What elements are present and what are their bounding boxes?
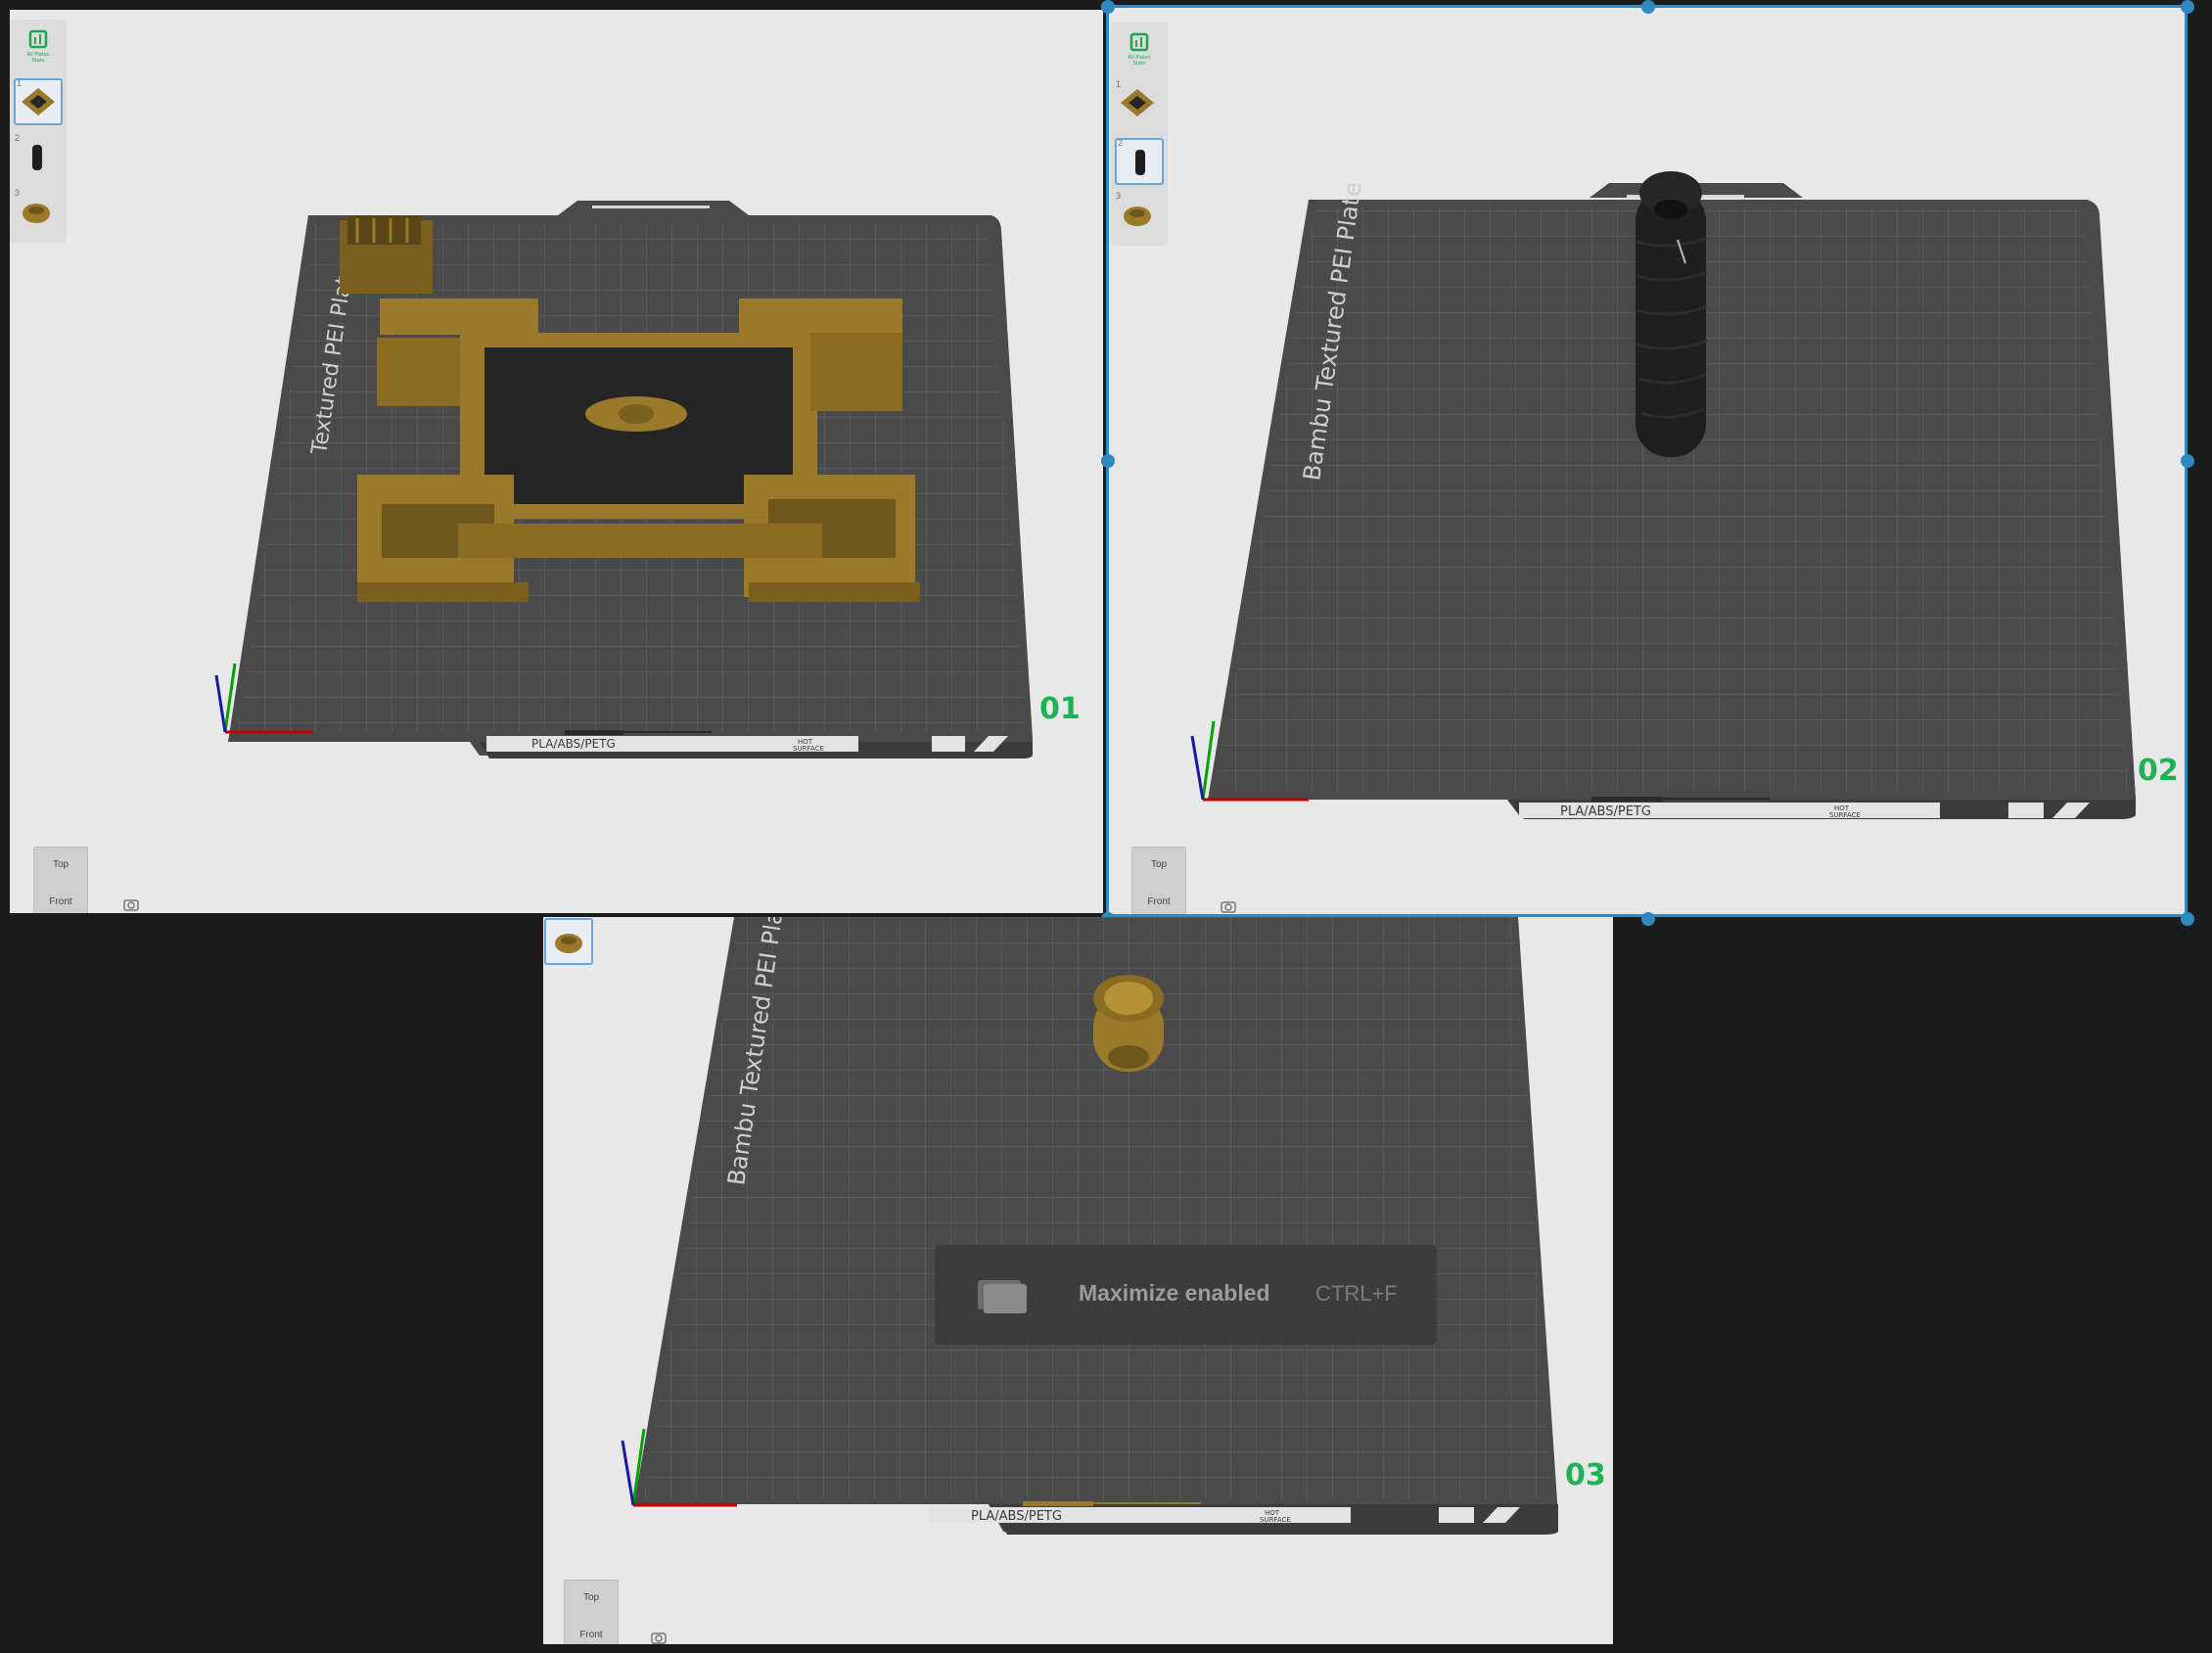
resize-handle[interactable]: [1641, 0, 1655, 14]
plate-thumbnail-3[interactable]: 3: [14, 188, 63, 237]
svg-text:Stats: Stats: [1133, 61, 1146, 67]
resize-handle[interactable]: [2181, 0, 2194, 14]
resize-handle[interactable]: [1101, 0, 1115, 14]
view-navigation-cube[interactable]: Top Front: [564, 1580, 619, 1644]
camera-icon[interactable]: [122, 897, 140, 911]
plate-thumbnail-2[interactable]: 2: [14, 133, 63, 182]
view-navigation-cube[interactable]: Top Front: [33, 847, 88, 913]
view-navigation-cube[interactable]: Top Front: [1131, 847, 1186, 917]
material-label: PLA/ABS/PETG: [531, 737, 616, 751]
plate-thumbnail-3[interactable]: [544, 918, 593, 965]
plate-thumbnail-sidebar: All Plates Stats 1 2 3: [1111, 23, 1168, 246]
plate-viewport-02[interactable]: Bambu Textured PEI Plate PLA/ABS/PETG HO…: [1108, 7, 2187, 917]
svg-text:SURFACE: SURFACE: [793, 745, 824, 753]
plate-number: 02: [2138, 754, 2179, 788]
svg-text:SURFACE: SURFACE: [1260, 1516, 1291, 1524]
toast-shortcut: CTRL+F: [1315, 1281, 1398, 1306]
model-gold-ring[interactable]: [1093, 975, 1164, 1072]
resize-handle[interactable]: [1641, 912, 1655, 926]
material-label: PLA/ABS/PETG: [1560, 804, 1651, 819]
stats-icon: All Plates Stats: [27, 29, 50, 64]
material-label: PLA/ABS/PETG: [971, 1509, 1062, 1524]
maximize-toast: Maximize enabled CTRL+F: [935, 1245, 1437, 1345]
plate-number: 01: [1039, 692, 1081, 726]
maximize-icon: [978, 1280, 1027, 1313]
all-plates-stats-button[interactable]: All Plates Stats: [1115, 26, 1164, 73]
all-plates-stats-button[interactable]: All Plates Stats: [14, 23, 63, 70]
plate-thumbnail-1[interactable]: 1: [14, 78, 63, 125]
stats-icon: All Plates Stats: [1129, 32, 1151, 67]
resize-handle[interactable]: [1101, 454, 1115, 468]
svg-text:SURFACE: SURFACE: [1829, 811, 1861, 819]
plate-thumbnail-3[interactable]: 3: [1115, 191, 1164, 240]
svg-text:Stats: Stats: [32, 58, 45, 64]
plate-viewport-01[interactable]: Textured PEI Plate PLA/ABS/PETG HOT SURF…: [10, 10, 1103, 913]
plate-thumbnail-2[interactable]: 2: [1115, 138, 1164, 185]
plate-thumbnail-1[interactable]: 1: [1115, 79, 1164, 128]
resize-handle[interactable]: [2181, 912, 2194, 926]
model-black-spiral[interactable]: [1636, 171, 1708, 457]
camera-icon[interactable]: [1220, 899, 1237, 913]
camera-icon[interactable]: [650, 1630, 668, 1644]
toast-message: Maximize enabled: [1079, 1280, 1270, 1306]
plate-thumbnail-sidebar: All Plates Stats 1 2 3: [10, 20, 67, 243]
plate-number: 03: [1565, 1458, 1606, 1492]
resize-handle[interactable]: [2181, 454, 2194, 468]
